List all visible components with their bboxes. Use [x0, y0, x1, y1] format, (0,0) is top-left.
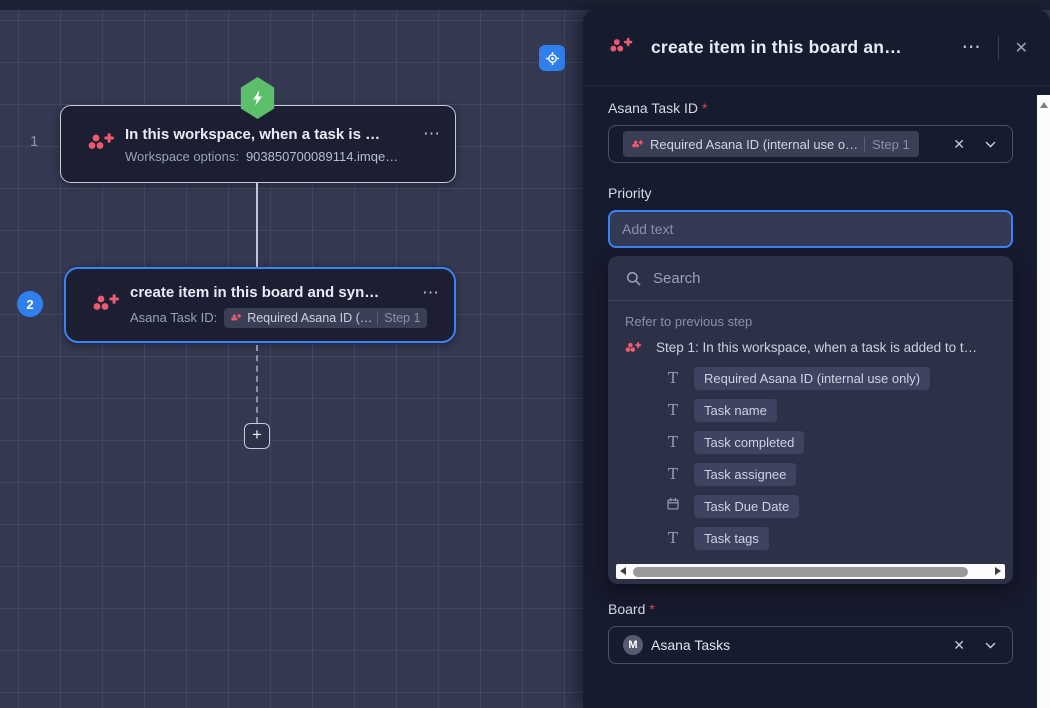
drawer-menu-button[interactable]: ⋯: [962, 36, 982, 59]
config-drawer: create item in this board an… ⋯ ✕ Asana …: [583, 10, 1050, 708]
field-option-chip: Task assignee: [694, 463, 796, 486]
chip-step: Step 1: [864, 137, 910, 152]
vertical-scrollbar[interactable]: [1037, 95, 1050, 708]
step-2-index-badge: 2: [17, 291, 43, 317]
header-divider: [998, 36, 999, 60]
field-reference-chip: Required Asana ID (internal use o… Step …: [623, 131, 919, 157]
field-option-chip: Task Due Date: [694, 495, 799, 518]
field-option[interactable]: T Task tags: [608, 522, 1013, 554]
field-option-chip: Task name: [694, 399, 777, 422]
text-type-icon: T: [665, 369, 681, 387]
close-button[interactable]: ✕: [1015, 38, 1028, 58]
scroll-up-arrow[interactable]: [1040, 102, 1048, 108]
text-type-icon: T: [665, 465, 681, 483]
horizontal-scrollbar[interactable]: [616, 564, 1005, 579]
asana-task-id-label: Asana Task ID*: [608, 100, 1013, 116]
scrollbar-thumb[interactable]: [633, 567, 968, 577]
node-menu-button[interactable]: ⋯: [413, 124, 441, 144]
clear-selection-button[interactable]: ✕: [953, 637, 965, 654]
automation-builder: 1 In this workspace, when a task is …: [0, 0, 1050, 708]
required-asterisk: *: [649, 601, 654, 617]
priority-input[interactable]: [608, 210, 1013, 248]
board-select[interactable]: M Asana Tasks ✕: [608, 626, 1013, 664]
scroll-left-arrow[interactable]: [620, 567, 626, 575]
section-label: Refer to previous step: [608, 301, 1013, 333]
connector-dashed-line: [256, 345, 258, 423]
node-meta-label: Workspace options:: [125, 149, 239, 164]
board-avatar: M: [623, 635, 643, 655]
asana-mini-icon: [625, 340, 643, 355]
search-icon: [625, 270, 642, 287]
chip-step: Step 1: [377, 311, 420, 325]
scroll-right-arrow[interactable]: [995, 567, 1001, 575]
crosshair-icon: [544, 50, 561, 67]
step-1-index: 1: [30, 133, 38, 150]
text-type-icon: T: [665, 433, 681, 451]
clear-selection-button[interactable]: ✕: [953, 136, 965, 153]
lightning-icon: [249, 89, 267, 107]
board-value: Asana Tasks: [651, 637, 730, 653]
drawer-title: create item in this board an…: [651, 37, 962, 58]
chip-text: Required Asana ID (…: [247, 311, 372, 325]
field-option-chip: Task completed: [694, 431, 804, 454]
connector-line: [256, 183, 258, 268]
node-title: create item in this board and syn…: [130, 284, 379, 301]
field-option[interactable]: T Required Asana ID (internal use only): [608, 362, 1013, 394]
board-label: Board*: [608, 601, 1013, 617]
field-option[interactable]: T Task completed: [608, 426, 1013, 458]
node-meta-label: Asana Task ID:: [130, 310, 217, 325]
asana-mini-icon: [231, 313, 242, 322]
field-option-chip: Task tags: [694, 527, 769, 550]
chip-text: Required Asana ID (internal use o…: [650, 137, 858, 152]
required-asterisk: *: [702, 100, 707, 116]
asana-icon: [609, 35, 635, 61]
text-type-icon: T: [665, 401, 681, 419]
asana-mini-icon: [632, 139, 644, 149]
field-picker-dropdown: Refer to previous step Step 1: In this w…: [608, 256, 1013, 584]
step-label: Step 1: In this workspace, when a task i…: [656, 340, 977, 355]
drawer-header: create item in this board an… ⋯ ✕: [583, 10, 1050, 86]
calendar-icon: [665, 497, 681, 515]
node-title: In this workspace, when a task is …: [125, 126, 380, 143]
field-option-chip: Required Asana ID (internal use only): [694, 367, 930, 390]
workflow-node-action[interactable]: create item in this board and syn… ⋯ Asa…: [64, 267, 456, 343]
chevron-down-icon[interactable]: [983, 138, 998, 151]
previous-step-row[interactable]: Step 1: In this workspace, when a task i…: [608, 333, 1013, 362]
node-meta-value: 903850700089114.imqe…: [246, 149, 398, 164]
field-reference-chip: Required Asana ID (… Step 1: [224, 308, 427, 328]
node-menu-button[interactable]: ⋯: [412, 283, 440, 303]
add-step-button[interactable]: +: [244, 423, 270, 449]
priority-label: Priority: [608, 185, 1013, 201]
chevron-down-icon[interactable]: [983, 639, 998, 652]
search-row: [608, 256, 1013, 301]
field-option[interactable]: T Task name: [608, 394, 1013, 426]
search-input[interactable]: [653, 270, 996, 287]
asana-icon: [87, 130, 121, 159]
center-view-button[interactable]: [539, 45, 565, 71]
field-option[interactable]: T Task assignee: [608, 458, 1013, 490]
asana-task-id-select[interactable]: Required Asana ID (internal use o… Step …: [608, 125, 1013, 163]
asana-icon: [92, 291, 126, 320]
text-type-icon: T: [665, 529, 681, 547]
field-option[interactable]: Task Due Date: [608, 490, 1013, 522]
